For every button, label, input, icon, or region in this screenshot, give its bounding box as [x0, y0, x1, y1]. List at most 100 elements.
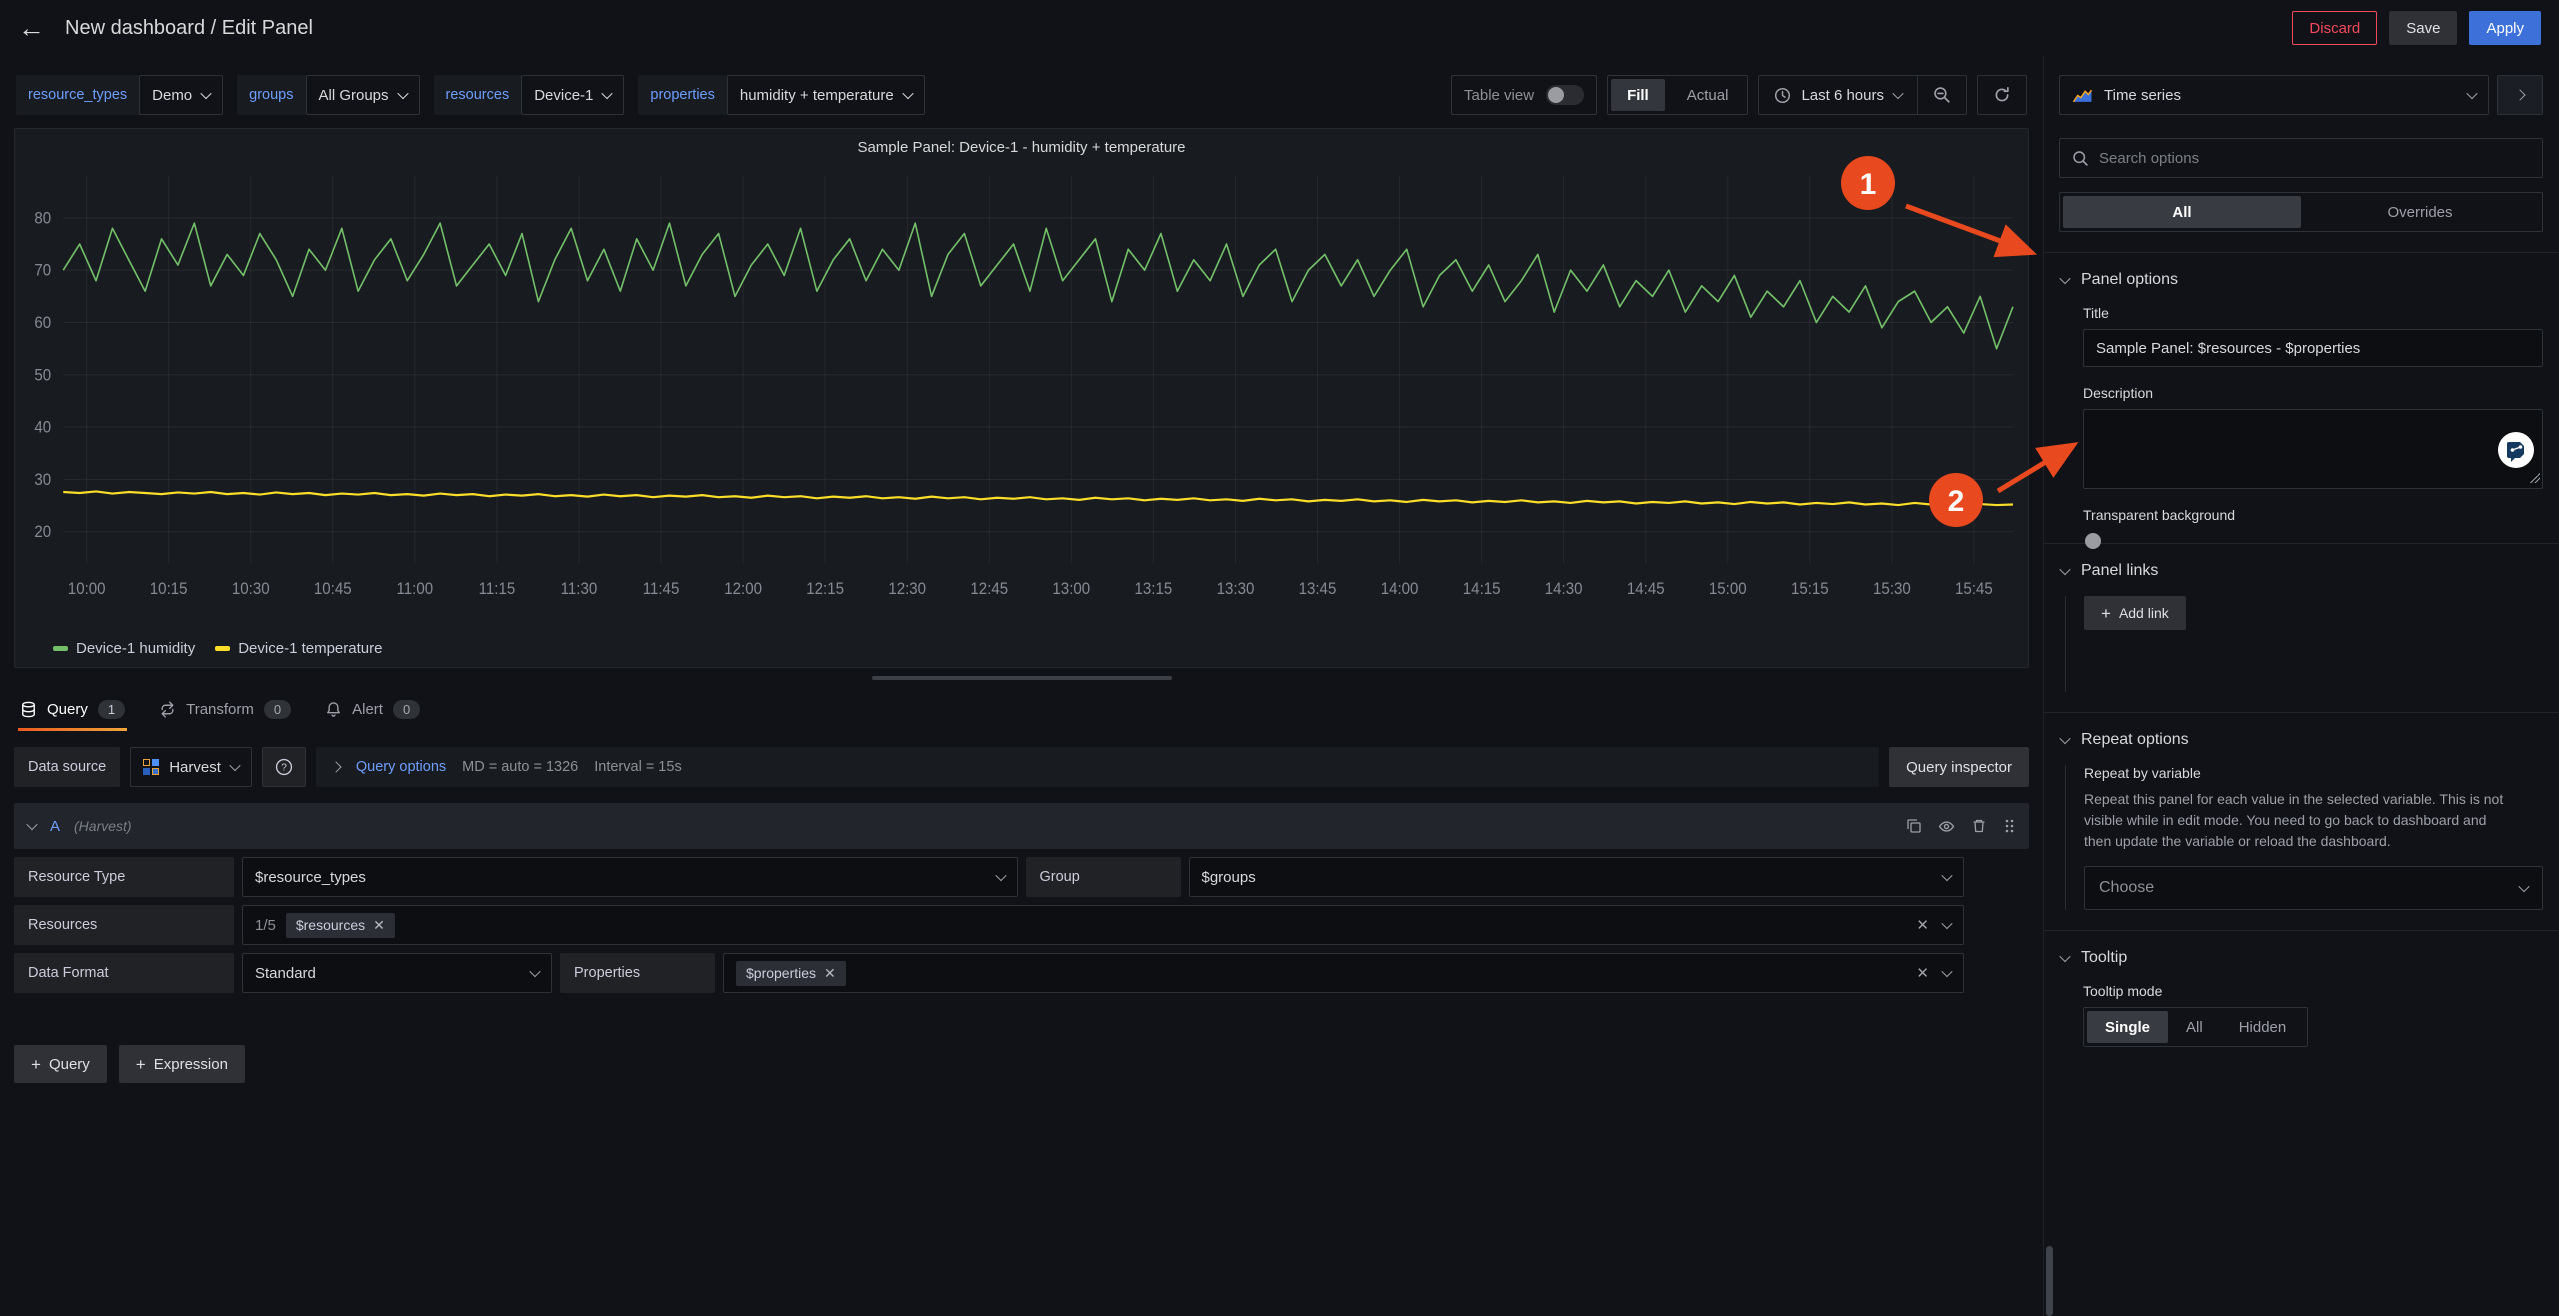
svg-text:13:15: 13:15 [1135, 580, 1173, 598]
time-series-chart[interactable]: 2030405060708010:0010:1510:3010:4511:001… [23, 165, 2020, 635]
tab-overrides[interactable]: Overrides [2301, 196, 2539, 228]
remove-chip-icon[interactable]: ✕ [824, 965, 836, 982]
panel-options-body: Title Description Transparent background [2065, 305, 2543, 523]
tooltip-mode-all[interactable]: All [2168, 1011, 2221, 1043]
panel-description-textarea[interactable] [2083, 409, 2543, 489]
query-row-header[interactable]: A (Harvest) [14, 803, 2029, 849]
svg-text:12:45: 12:45 [970, 580, 1008, 598]
resource-type-select[interactable]: $resource_types [242, 857, 1018, 897]
data-format-row: Data Format Standard Properties $propert… [14, 953, 1964, 993]
panel-resize-handle[interactable] [872, 676, 1172, 680]
repeat-options-header[interactable]: Repeat options [2059, 713, 2543, 749]
help-icon: ? [275, 758, 293, 776]
zoom-out-button[interactable] [1921, 79, 1963, 111]
panel-options-header[interactable]: Panel options [2059, 253, 2543, 289]
extension-badge-icon[interactable] [2497, 431, 2535, 469]
chevron-down-icon [995, 870, 1006, 881]
query-row-actions [1906, 818, 2015, 835]
tab-query[interactable]: Query 1 [18, 690, 127, 731]
page-title: New dashboard / Edit Panel [65, 17, 313, 40]
variable-picker-groups: groups All Groups [237, 75, 419, 115]
discard-button[interactable]: Discard [2292, 11, 2377, 45]
tab-transform[interactable]: Transform 0 [157, 690, 293, 731]
interval: Interval = 15s [594, 759, 681, 775]
datasource-picker[interactable]: Harvest [130, 747, 252, 787]
query-fields: Resource Type $resource_types Group $gro… [14, 857, 1964, 993]
drag-handle-icon[interactable] [2003, 818, 2015, 834]
duplicate-query-button[interactable] [1906, 818, 1922, 834]
query-inspector-button[interactable]: Query inspector [1889, 747, 2029, 787]
table-view-control: Table view [1451, 75, 1597, 115]
collapse-chevron-icon[interactable] [26, 819, 37, 830]
properties-chip: $properties ✕ [736, 961, 846, 986]
chart-panel-title: Sample Panel: Device-1 - humidity + temp… [23, 139, 2020, 165]
resize-handle-icon[interactable] [2530, 473, 2540, 483]
table-view-toggle[interactable] [1546, 85, 1584, 105]
legend-item-temperature[interactable]: Device-1 temperature [215, 640, 382, 657]
actual-option[interactable]: Actual [1671, 79, 1745, 111]
visualization-picker[interactable]: Time series [2059, 75, 2489, 115]
clear-all-icon[interactable]: ✕ [1916, 964, 1929, 982]
datasource-help-button[interactable]: ? [262, 747, 306, 787]
data-format-select[interactable]: Standard [242, 953, 552, 993]
variable-value-dropdown[interactable]: Device-1 [521, 75, 624, 115]
table-view-label: Table view [1464, 87, 1534, 104]
datasource-row: Data source Harvest ? Query options MD =… [14, 747, 2029, 787]
group-select[interactable]: $groups [1189, 857, 1965, 897]
fill-option[interactable]: Fill [1611, 79, 1665, 111]
toggle-knob [2085, 533, 2101, 549]
search-options-box[interactable] [2059, 138, 2543, 178]
add-query-button[interactable]: + Query [14, 1045, 107, 1083]
svg-text:15:45: 15:45 [1955, 580, 1993, 598]
refresh-button[interactable] [1981, 79, 2023, 111]
remove-chip-icon[interactable]: ✕ [373, 917, 385, 934]
tab-alert[interactable]: Alert 0 [323, 690, 422, 731]
chevron-down-icon [902, 88, 913, 99]
tab-all[interactable]: All [2063, 196, 2301, 228]
properties-multiselect[interactable]: $properties ✕ ✕ [723, 953, 1964, 993]
repeat-options-body: Repeat by variable Repeat this panel for… [2065, 765, 2543, 910]
svg-text:70: 70 [34, 262, 51, 280]
resources-multiselect[interactable]: 1/5 $resources ✕ ✕ [242, 905, 1964, 945]
chevron-down-icon [2518, 881, 2529, 892]
delete-query-button[interactable] [1971, 818, 1987, 834]
repeat-variable-select[interactable]: Choose [2084, 866, 2543, 910]
svg-text:11:15: 11:15 [479, 580, 516, 598]
svg-text:15:30: 15:30 [1873, 580, 1911, 598]
add-expression-button[interactable]: + Expression [119, 1045, 245, 1083]
clear-all-icon[interactable]: ✕ [1916, 916, 1929, 934]
visualization-row: Time series [2059, 56, 2543, 122]
back-arrow-icon[interactable]: ← [18, 15, 45, 42]
field-end-icons: ✕ [1916, 964, 1951, 982]
svg-text:20: 20 [34, 524, 51, 542]
editor-tabs: Query 1 Transform 0 Alert 0 [14, 690, 2029, 731]
variable-value-dropdown[interactable]: Demo [139, 75, 223, 115]
group-label: Group [1026, 857, 1181, 897]
panel-title-input[interactable] [2083, 329, 2543, 367]
chevron-down-icon[interactable] [1941, 966, 1952, 977]
tooltip-header[interactable]: Tooltip [2059, 931, 2543, 967]
svg-text:?: ? [281, 762, 287, 773]
tooltip-mode-single[interactable]: Single [2087, 1011, 2168, 1043]
svg-text:11:30: 11:30 [561, 580, 598, 598]
collapse-options-button[interactable] [2497, 75, 2543, 115]
main-column: resource_types Demo groups All Groups re… [0, 56, 2043, 1316]
query-options-bar[interactable]: Query options MD = auto = 1326 Interval … [316, 747, 1879, 787]
add-link-button[interactable]: + Add link [2084, 596, 2186, 630]
chevron-down-icon[interactable] [1941, 918, 1952, 929]
hide-query-button[interactable] [1938, 818, 1955, 835]
query-options-link[interactable]: Query options [356, 759, 446, 775]
panel-links-header[interactable]: Panel links [2059, 544, 2543, 580]
save-button[interactable]: Save [2389, 11, 2457, 45]
search-options-input[interactable] [2099, 150, 2530, 167]
repeat-description: Repeat this panel for each value in the … [2084, 789, 2514, 852]
tooltip-mode-hidden[interactable]: Hidden [2221, 1011, 2305, 1043]
chevron-down-icon [602, 88, 613, 99]
apply-button[interactable]: Apply [2469, 11, 2541, 45]
variable-value-dropdown[interactable]: All Groups [306, 75, 420, 115]
legend-item-humidity[interactable]: Device-1 humidity [53, 640, 195, 657]
transparent-background-label: Transparent background [2083, 507, 2543, 523]
time-range-picker[interactable]: Last 6 hours [1762, 79, 1914, 111]
harvest-datasource-icon [143, 759, 159, 775]
variable-value-dropdown[interactable]: humidity + temperature [727, 75, 925, 115]
